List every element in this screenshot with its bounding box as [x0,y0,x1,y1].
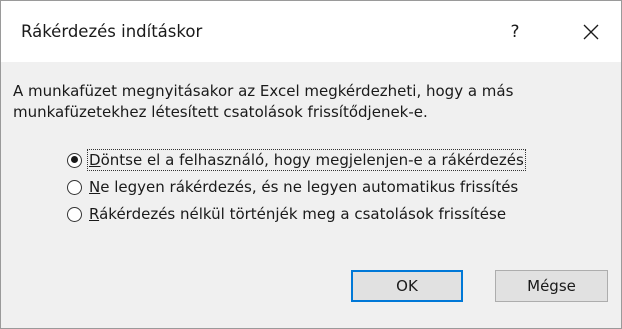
radio-label-user-decides[interactable]: Döntse el a felhasználó, hogy megjelenje… [87,149,526,171]
close-button[interactable] [576,17,606,47]
dialog-body: A munkafüzet megnyitásakor az Excel megk… [1,62,621,328]
ok-button[interactable]: OK [351,270,463,302]
startup-prompt-dialog: Rákérdezés indításkor ? A munkafüzet meg… [0,0,622,329]
radio-button-no-prompt-update[interactable] [67,206,82,222]
dialog-title: Rákérdezés indításkor [21,22,203,41]
description-text: A munkafüzet megnyitásakor az Excel megk… [13,82,514,121]
close-icon [583,24,599,40]
radio-button-no-prompt-no-update[interactable] [67,179,82,195]
radio-option-no-prompt-no-update[interactable]: Ne legyen rákérdezés, és ne legyen autom… [67,175,518,199]
cancel-button[interactable]: Mégse [495,270,608,302]
radio-option-user-decides[interactable]: Döntse el a felhasználó, hogy megjelenje… [67,148,526,172]
title-bar: Rákérdezés indításkor ? [1,1,621,61]
radio-option-no-prompt-update[interactable]: Rákérdezés nélkül történjék meg a csatol… [67,202,506,226]
radio-label-no-prompt-update[interactable]: Rákérdezés nélkül történjék meg a csatol… [89,205,506,223]
radio-button-user-decides[interactable] [67,152,82,168]
radio-label-no-prompt-no-update[interactable]: Ne legyen rákérdezés, és ne legyen autom… [89,178,518,196]
help-button[interactable]: ? [503,19,527,45]
